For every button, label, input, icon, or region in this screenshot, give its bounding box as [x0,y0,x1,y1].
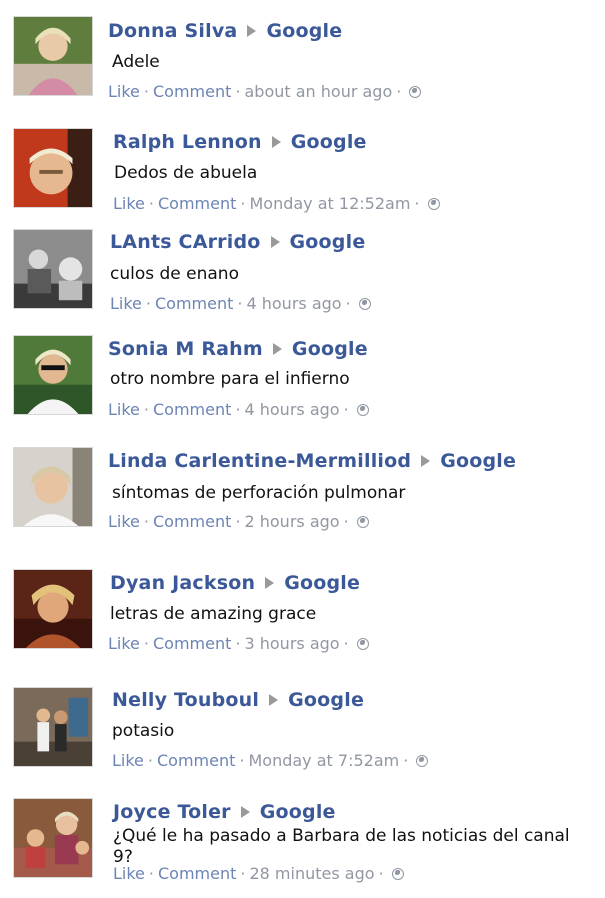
comment-link[interactable]: Comment [158,864,236,883]
separator: · [145,294,151,313]
globe-icon [427,198,440,210]
avatar[interactable] [13,335,93,415]
author-name-link[interactable]: Joyce Toler [113,801,231,823]
author-name-link[interactable]: Ralph Lennon [113,131,262,153]
separator: · [343,634,349,653]
separator: · [143,634,149,653]
post-message: culos de enano [110,264,239,284]
separator: · [403,751,409,770]
target-page-link[interactable]: Google [266,20,342,42]
like-link[interactable]: Like [108,634,140,653]
separator: · [235,512,241,531]
separator: · [239,751,245,770]
author-name-link[interactable]: Sonia M Rahm [108,338,263,360]
timestamp[interactable]: 4 hours ago [246,294,341,313]
globe-icon [358,298,371,310]
like-link[interactable]: Like [108,82,140,101]
like-link[interactable]: Like [110,294,142,313]
separator: · [240,864,246,883]
arrow-right-icon [272,342,282,355]
author-name-link[interactable]: LAnts CArrido [110,231,261,253]
post-message: Adele [112,52,160,72]
separator: · [235,82,241,101]
post-message: Dedos de abuela [114,163,258,183]
arrow-right-icon [247,24,257,37]
timestamp[interactable]: Monday at 12:52am [249,194,410,213]
post-message: letras de amazing grace [110,604,317,624]
avatar[interactable] [13,569,93,649]
separator: · [396,82,402,101]
target-page-link[interactable]: Google [440,450,516,472]
separator: · [147,751,153,770]
separator: · [148,194,154,213]
post-message: otro nombre para el infierno [110,369,350,389]
author-name-link[interactable]: Dyan Jackson [110,572,255,594]
arrow-right-icon [269,693,279,706]
avatar[interactable] [13,16,93,96]
comment-link[interactable]: Comment [153,82,231,101]
globe-icon [356,638,369,650]
separator: · [143,82,149,101]
separator: · [343,512,349,531]
arrow-right-icon [421,454,431,467]
comment-link[interactable]: Comment [155,294,233,313]
comment-link[interactable]: Comment [157,751,235,770]
author-name-link[interactable]: Linda Carlentine-Mermilliod [108,450,411,472]
timestamp[interactable]: 4 hours ago [244,400,339,419]
arrow-right-icon [240,805,250,818]
like-link[interactable]: Like [112,751,144,770]
comment-link[interactable]: Comment [153,512,231,531]
avatar[interactable] [13,798,93,878]
avatar[interactable] [13,687,93,767]
avatar[interactable] [13,229,93,309]
avatar[interactable] [13,128,93,208]
separator: · [240,194,246,213]
comment-link[interactable]: Comment [158,194,236,213]
author-name-link[interactable]: Donna Silva [108,20,237,42]
timestamp[interactable]: about an hour ago [244,82,392,101]
separator: · [237,294,243,313]
separator: · [143,400,149,419]
comment-link[interactable]: Comment [153,634,231,653]
target-page-link[interactable]: Google [260,801,336,823]
separator: · [345,294,351,313]
like-link[interactable]: Like [113,194,145,213]
post-message: ¿Qué le ha pasado a Barbara de las notic… [113,826,570,867]
separator: · [235,634,241,653]
avatar[interactable] [13,447,93,527]
separator: · [143,512,149,531]
globe-icon [356,516,369,528]
separator: · [414,194,420,213]
globe-icon [409,86,422,98]
timestamp[interactable]: 28 minutes ago [249,864,374,883]
post-message: síntomas de perforación pulmonar [112,483,406,503]
timestamp[interactable]: 2 hours ago [244,512,339,531]
comment-link[interactable]: Comment [153,400,231,419]
arrow-right-icon [271,135,281,148]
globe-icon [356,404,369,416]
like-link[interactable]: Like [108,400,140,419]
timestamp[interactable]: 3 hours ago [244,634,339,653]
target-page-link[interactable]: Google [292,338,368,360]
arrow-right-icon [265,576,275,589]
author-name-link[interactable]: Nelly Touboul [112,689,259,711]
separator: · [148,864,154,883]
post-message: potasio [112,721,175,741]
target-page-link[interactable]: Google [290,231,366,253]
timestamp[interactable]: Monday at 7:52am [248,751,399,770]
target-page-link[interactable]: Google [291,131,367,153]
target-page-link[interactable]: Google [288,689,364,711]
globe-icon [416,755,429,767]
like-link[interactable]: Like [113,864,145,883]
target-page-link[interactable]: Google [284,572,360,594]
separator: · [235,400,241,419]
like-link[interactable]: Like [108,512,140,531]
separator: · [343,400,349,419]
arrow-right-icon [270,235,280,248]
globe-icon [391,868,404,880]
separator: · [378,864,384,883]
